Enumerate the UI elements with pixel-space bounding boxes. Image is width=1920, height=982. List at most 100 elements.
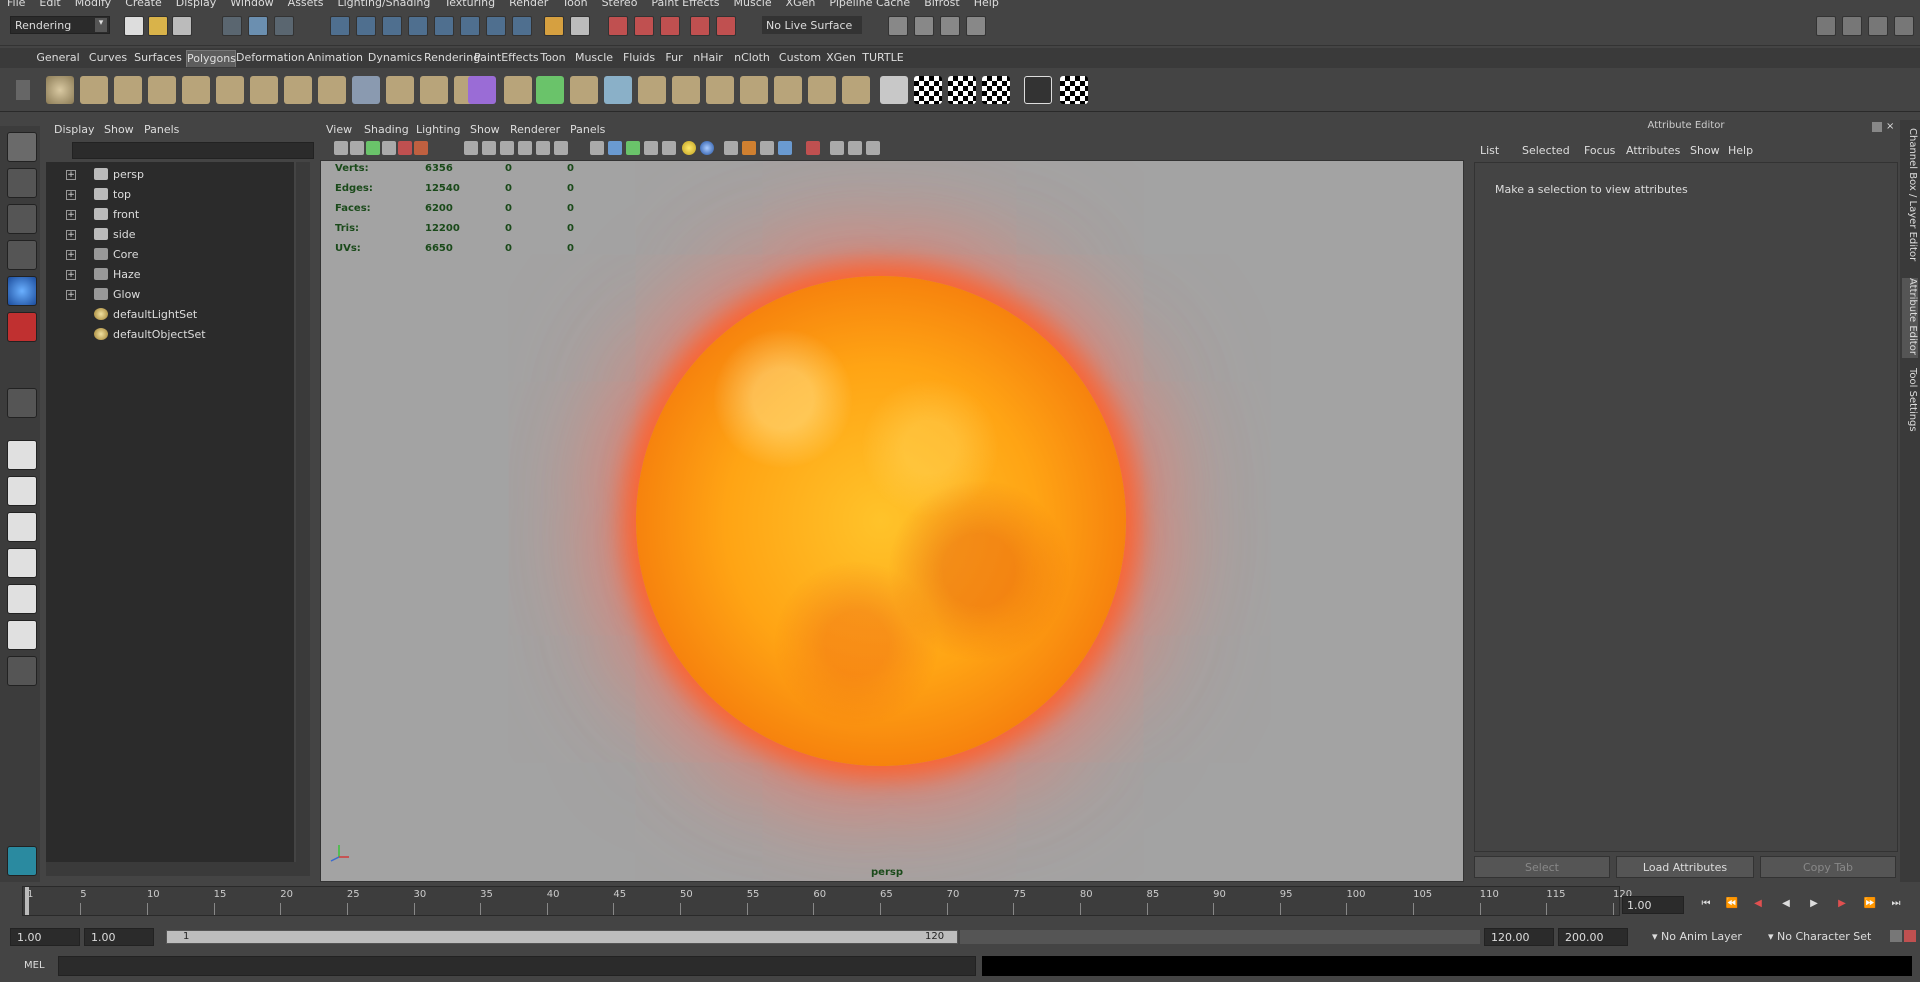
viewport-menu-shading[interactable]: Shading (364, 123, 409, 136)
snap-view-icon[interactable] (408, 16, 428, 36)
xray-components-icon[interactable] (848, 141, 862, 155)
viewport-menu-lighting[interactable]: Lighting (416, 123, 460, 136)
camera-select-icon[interactable] (334, 141, 348, 155)
grid-icon[interactable] (464, 141, 478, 155)
smooth-shade-icon[interactable] (608, 141, 622, 155)
uv-editor-icon[interactable] (880, 76, 908, 104)
select-button[interactable]: Select (1474, 856, 1610, 878)
layout-options-icon[interactable] (7, 656, 37, 686)
open-scene-icon[interactable] (148, 16, 168, 36)
shelf-tab-curves[interactable]: Curves (86, 50, 130, 67)
menu-help[interactable]: Help (974, 0, 999, 9)
outliner-item[interactable]: defaultLightSet (46, 305, 286, 325)
shelf-tab-fluids[interactable]: Fluids (618, 50, 660, 67)
menu-texturing[interactable]: Texturing (444, 0, 495, 9)
play-backward-icon[interactable]: ◀ (1778, 898, 1794, 912)
poly-plane-icon[interactable] (182, 76, 210, 104)
menu-assets[interactable]: Assets (288, 0, 324, 9)
range-slider[interactable]: 1 120 (166, 930, 958, 944)
menu-render[interactable]: Render (509, 0, 548, 9)
tool-settings-toggle-icon[interactable] (1894, 16, 1914, 36)
render-view-icon[interactable] (888, 16, 908, 36)
menu-file[interactable]: File (7, 0, 25, 9)
poly-cube-icon[interactable] (80, 76, 108, 104)
outliner-menu-display[interactable]: Display (54, 123, 95, 136)
shelf-tab-animation[interactable]: Animation (304, 50, 366, 67)
menu-window[interactable]: Window (230, 0, 273, 9)
key-icon[interactable] (1890, 930, 1902, 942)
screen-space-ao-icon[interactable] (724, 141, 738, 155)
shelf-tab-general[interactable]: General (36, 50, 80, 67)
select-tool-icon[interactable] (7, 132, 37, 162)
expand-icon[interactable]: + (66, 210, 76, 220)
field-chart-icon[interactable] (536, 141, 550, 155)
poly-pipe-icon[interactable] (318, 76, 346, 104)
shelf-tab-painteffects[interactable]: PaintEffects (474, 50, 539, 67)
outliner-item[interactable]: + front (46, 205, 286, 225)
current-time-marker[interactable] (25, 887, 29, 915)
uv-snapshot-icon[interactable] (1024, 76, 1052, 104)
render-region-icon[interactable] (570, 16, 590, 36)
resolution-gate-icon[interactable] (500, 141, 514, 155)
menu-display[interactable]: Display (176, 0, 217, 9)
menu-pipeline-cache[interactable]: Pipeline Cache (829, 0, 910, 9)
shelf-tab-polygons[interactable]: Polygons (186, 50, 236, 67)
hud-toggle-icon[interactable] (866, 141, 880, 155)
scale-tool-icon[interactable] (7, 312, 37, 342)
rotate-tool-icon[interactable] (7, 276, 37, 306)
insert-loop-icon[interactable] (638, 76, 666, 104)
load-attributes-button[interactable]: Load Attributes (1616, 856, 1754, 878)
outliner-layout-icon[interactable] (7, 512, 37, 542)
texture-display-icon[interactable] (1060, 76, 1088, 104)
offset-loop-icon[interactable] (672, 76, 700, 104)
gate-mask-icon[interactable] (518, 141, 532, 155)
checker-layout-icon[interactable] (982, 76, 1010, 104)
shelf-tab-toon[interactable]: Toon (536, 50, 570, 67)
poly-sphere-icon[interactable] (46, 76, 74, 104)
poly-pyramid-icon[interactable] (284, 76, 312, 104)
playback-end-field[interactable]: 120.00 (1484, 928, 1554, 946)
split-icon[interactable] (604, 76, 632, 104)
script-layout-icon[interactable] (7, 620, 37, 650)
menu-muscle[interactable]: Muscle (734, 0, 772, 9)
play-forward-icon[interactable]: ▶ (1806, 898, 1822, 912)
time-slider-bar[interactable]: 1 5 10 15 20 25 30 35 40 45 50 55 60 65 70 75 80 85 90 95 10… (22, 886, 1632, 916)
snap-surface-icon[interactable] (434, 16, 454, 36)
outliner-horizontal-scrollbar[interactable] (46, 862, 310, 876)
construction-icon[interactable] (486, 16, 506, 36)
planar-map-icon[interactable] (842, 76, 870, 104)
menu-xgen[interactable]: XGen (786, 0, 816, 9)
shelf-tab-dynamics[interactable]: Dynamics (366, 50, 424, 67)
render-settings-icon[interactable] (966, 16, 986, 36)
use-all-lights-icon[interactable] (682, 141, 696, 155)
textured-icon[interactable] (662, 141, 676, 155)
start-time-field[interactable]: 1.00 (10, 928, 80, 946)
mel-label[interactable]: MEL (24, 960, 45, 971)
lasso-tool-icon[interactable] (7, 168, 37, 198)
snap-grid-icon[interactable] (330, 16, 350, 36)
outliner-item[interactable]: + side (46, 225, 286, 245)
shelf-tab-muscle[interactable]: Muscle (570, 50, 618, 67)
attribute-menu-help[interactable]: Help (1728, 144, 1753, 157)
poly-torus-icon[interactable] (216, 76, 244, 104)
safe-action-icon[interactable] (554, 141, 568, 155)
outliner-item[interactable]: defaultObjectSet (46, 325, 286, 345)
channel-box-toggle-icon[interactable] (1842, 16, 1862, 36)
isolate-select-icon[interactable] (806, 141, 820, 155)
checker-icon[interactable] (914, 76, 942, 104)
menu-create[interactable]: Create (125, 0, 162, 9)
menu-lighting-shading[interactable]: Lighting/Shading (337, 0, 430, 9)
character-set-dropdown[interactable]: ▾ No Character Set (1762, 928, 1886, 946)
history-icon[interactable] (460, 16, 480, 36)
boolean-icon[interactable] (468, 76, 496, 104)
expand-icon[interactable]: + (66, 270, 76, 280)
attribute-menu-attributes[interactable]: Attributes (1626, 144, 1680, 157)
shelf-tab-deformation[interactable]: Deformation (236, 50, 305, 67)
film-gate-icon[interactable] (482, 141, 496, 155)
step-back-key-icon[interactable]: ⏪ (1724, 898, 1740, 912)
expand-icon[interactable]: + (66, 170, 76, 180)
outliner-item[interactable]: + persp (46, 165, 286, 185)
outliner-menu-show[interactable]: Show (104, 123, 134, 136)
menu-modify[interactable]: Modify (75, 0, 111, 9)
outliner-item[interactable]: + Haze (46, 265, 286, 285)
